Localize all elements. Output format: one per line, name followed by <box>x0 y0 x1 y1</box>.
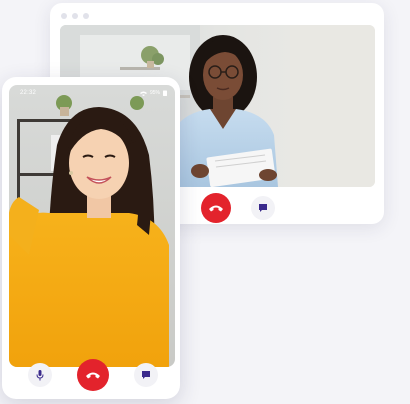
window-dot <box>61 13 67 19</box>
window-dots <box>61 13 89 19</box>
phone-participant-image <box>9 85 175 367</box>
wifi-icon <box>139 91 147 96</box>
status-indicators: 95% <box>139 90 167 96</box>
phone-hangup-icon <box>86 372 100 379</box>
end-call-button[interactable] <box>201 193 231 223</box>
status-time: 22:32 <box>20 90 37 96</box>
phone-call-window: 22:32 95% <box>2 77 180 399</box>
battery-icon <box>163 90 167 96</box>
microphone-icon <box>36 369 44 380</box>
end-call-button[interactable] <box>77 359 109 391</box>
window-dot <box>83 13 89 19</box>
chat-button[interactable] <box>251 196 275 220</box>
desktop-call-controls <box>201 193 275 223</box>
chat-button[interactable] <box>134 363 158 387</box>
mute-button[interactable] <box>28 363 52 387</box>
battery-percentage: 95% <box>149 90 160 96</box>
chat-icon <box>142 371 150 379</box>
window-dot <box>72 13 78 19</box>
phone-hangup-icon <box>209 205 223 212</box>
self-video-feed: 22:32 95% <box>9 85 175 367</box>
chat-icon <box>259 204 267 212</box>
phone-call-controls <box>28 359 158 391</box>
